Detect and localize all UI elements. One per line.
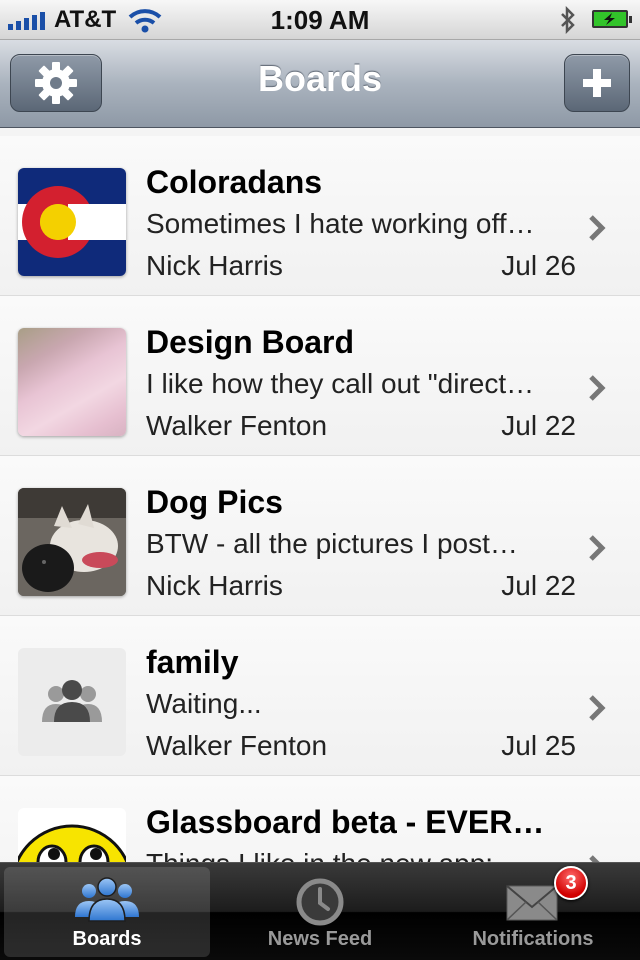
chevron-right-icon <box>589 855 600 862</box>
tab-label: Notifications <box>472 928 594 950</box>
chevron-right-icon <box>589 695 606 721</box>
colorado-flag-thumbnail <box>18 168 126 276</box>
board-name: Dog Pics <box>146 484 283 520</box>
chevron-right-icon <box>589 375 606 401</box>
board-author: Walker Fenton <box>146 730 328 761</box>
page-title: Boards <box>257 58 383 99</box>
board-last-message: Things I like in the new app: <box>146 848 574 862</box>
group-placeholder-thumbnail <box>18 648 126 756</box>
board-last-message: BTW - all the pictures I post… <box>146 528 518 559</box>
board-date: Jul 26 <box>501 250 576 281</box>
navigation-bar: Boards <box>0 40 640 128</box>
board-date: Jul 25 <box>501 730 576 761</box>
board-date: Jul 22 <box>501 410 576 441</box>
boards-people-icon <box>75 877 139 922</box>
tab-bar: Boards News Feed Notifications <box>0 862 640 960</box>
boards-list[interactable]: Coloradans Sometimes I hate working off…… <box>0 128 640 862</box>
board-name: Design Board <box>146 324 355 360</box>
battery-icon <box>592 10 632 28</box>
board-last-message: Waiting... <box>146 688 262 719</box>
board-last-message: Sometimes I hate working off… <box>146 208 535 239</box>
board-name: Coloradans <box>146 164 323 200</box>
clock: 1:09 AM <box>270 5 370 35</box>
notifications-badge: 3 <box>554 866 588 900</box>
status-bar: AT&T 1:09 AM <box>0 0 640 40</box>
tab-label: Boards <box>72 928 142 950</box>
group-icon <box>42 680 102 722</box>
clock-icon <box>296 878 344 926</box>
tab-news-feed[interactable]: News Feed <box>217 867 423 957</box>
plus-icon <box>583 69 611 97</box>
tab-boards[interactable]: Boards <box>4 867 210 957</box>
board-author: Walker Fenton <box>146 410 328 441</box>
design-board-thumbnail <box>18 328 126 436</box>
board-last-message: I like how they call out "direct… <box>146 368 535 399</box>
board-date: Jul 22 <box>501 570 576 601</box>
tab-label: News Feed <box>267 928 373 950</box>
chevron-right-icon <box>589 215 606 241</box>
list-item[interactable]: Coloradans Sometimes I hate working off…… <box>0 136 640 296</box>
add-board-button[interactable] <box>564 54 630 112</box>
smiley-face-thumbnail <box>18 808 126 862</box>
tab-notifications[interactable]: Notifications <box>430 867 636 957</box>
list-item[interactable]: Design Board I like how they call out "d… <box>0 296 640 456</box>
envelope-icon <box>506 885 558 921</box>
board-author: Nick Harris <box>146 570 283 601</box>
board-name: Glassboard beta - EVER… <box>146 804 545 840</box>
list-item[interactable]: Dog Pics BTW - all the pictures I post… … <box>0 456 640 616</box>
list-item[interactable]: Glassboard beta - EVER… Things I like in… <box>0 776 640 862</box>
dog-pics-thumbnail <box>18 488 126 596</box>
chevron-right-icon <box>589 535 606 561</box>
bluetooth-icon <box>561 6 575 34</box>
board-name: family <box>146 644 239 680</box>
list-item[interactable]: family Waiting... Walker Fenton Jul 25 <box>0 616 640 776</box>
board-author: Nick Harris <box>146 250 283 281</box>
